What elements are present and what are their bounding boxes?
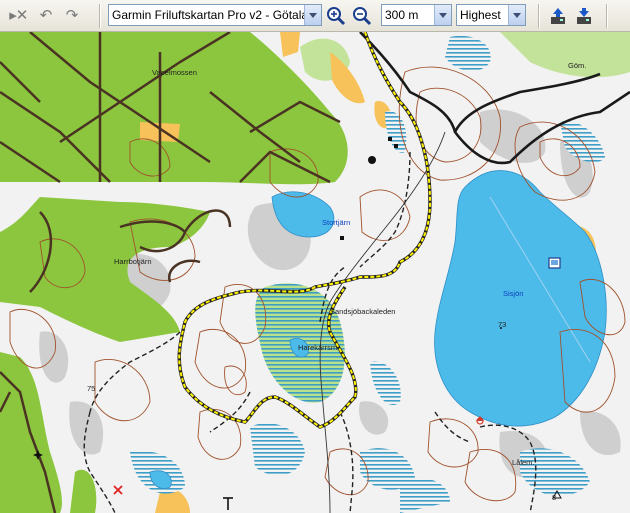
viewpoint-icon xyxy=(368,156,376,164)
detail-select[interactable]: Highest xyxy=(456,4,526,26)
label-vapelmossen: Vapelmossen xyxy=(152,68,197,77)
building-icon xyxy=(394,144,398,148)
label-sandsjobackaleden: Sandsjöbackaleden xyxy=(330,307,395,316)
label-elevation-75: 75 xyxy=(87,384,95,393)
toolbar-separator xyxy=(606,4,608,28)
undo-icon[interactable]: ↶ xyxy=(36,6,56,26)
label-top-right: Göm. xyxy=(568,61,586,70)
receive-from-device-icon[interactable] xyxy=(574,6,594,26)
chevron-down-icon[interactable] xyxy=(508,5,525,25)
label-stortjarn: Stortjärn xyxy=(322,218,350,227)
scale-value: 300 m xyxy=(385,8,419,22)
redo-icon[interactable]: ↷ xyxy=(62,6,82,26)
delete-icon[interactable]: ✕ xyxy=(12,6,32,26)
map-canvas[interactable]: Vapelmossen Harrbotjärn Stortjärn Sandsj… xyxy=(0,32,630,513)
label-elevation-73: 73 xyxy=(498,320,506,329)
chevron-down-icon[interactable] xyxy=(434,5,451,25)
toolbar-separator xyxy=(99,4,101,28)
send-to-device-icon[interactable] xyxy=(548,6,568,26)
zoom-out-icon[interactable] xyxy=(352,6,372,26)
label-lalem: Lålem. xyxy=(512,458,535,467)
label-sisjon: Sisjön xyxy=(503,289,523,298)
zoom-in-icon[interactable] xyxy=(326,6,346,26)
building-icon xyxy=(340,236,344,240)
map-product-value: Garmin Friluftskartan Pro v2 - Götaland xyxy=(112,8,322,22)
label-harrbotjarn: Harrbotjärn xyxy=(114,257,152,266)
label-harekarrsm: Harekärrsm. xyxy=(298,343,339,352)
label-elevation-8: 8 xyxy=(552,493,556,502)
chevron-down-icon[interactable] xyxy=(304,5,321,25)
detail-value: Highest xyxy=(460,8,501,22)
map-product-select[interactable]: Garmin Friluftskartan Pro v2 - Götaland xyxy=(108,4,322,26)
toolbar: ▸ ✕ ↶ ↷ Garmin Friluftskartan Pro v2 - G… xyxy=(0,0,630,32)
building-icon xyxy=(388,137,392,141)
toolbar-separator xyxy=(538,4,540,28)
scale-select[interactable]: 300 m xyxy=(381,4,452,26)
